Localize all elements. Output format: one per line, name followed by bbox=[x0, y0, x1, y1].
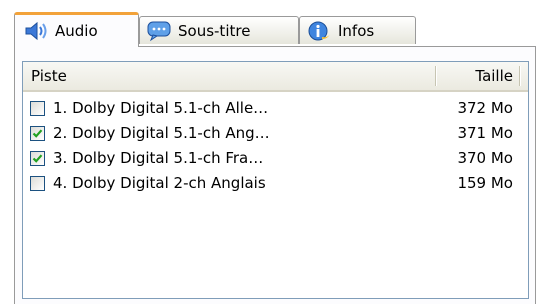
track-name: 4. Dolby Digital 2-ch Anglais bbox=[53, 174, 266, 192]
column-divider[interactable] bbox=[435, 66, 437, 86]
track-size: 370 Mo bbox=[457, 149, 513, 167]
speaker-icon bbox=[23, 20, 49, 42]
tab-audio-label: Audio bbox=[55, 22, 98, 40]
tab-panel-audio: Piste Taille 1. Dolby Digital 5.1-ch All… bbox=[14, 46, 536, 304]
checkmark-icon bbox=[32, 129, 43, 138]
track-checkbox[interactable] bbox=[30, 176, 45, 191]
track-size: 159 Mo bbox=[457, 174, 513, 192]
track-name: 3. Dolby Digital 5.1-ch Fra… bbox=[53, 149, 264, 167]
track-checkbox[interactable] bbox=[30, 126, 45, 141]
tab-info[interactable]: Infos bbox=[299, 16, 416, 44]
column-divider[interactable] bbox=[519, 66, 521, 86]
speech-bubble-icon bbox=[146, 20, 172, 42]
list-item[interactable]: 1. Dolby Digital 5.1-ch Alle… 372 Mo bbox=[23, 98, 528, 122]
tab-subtitles[interactable]: Sous-titre bbox=[139, 16, 299, 44]
audio-track-list[interactable]: Piste Taille 1. Dolby Digital 5.1-ch All… bbox=[22, 61, 529, 299]
tab-audio[interactable]: Audio bbox=[14, 12, 139, 47]
list-item[interactable]: 4. Dolby Digital 2-ch Anglais 159 Mo bbox=[23, 173, 528, 197]
track-size: 372 Mo bbox=[457, 99, 513, 117]
track-checkbox[interactable] bbox=[30, 151, 45, 166]
checkmark-icon bbox=[32, 154, 43, 163]
track-size: 371 Mo bbox=[457, 124, 513, 142]
list-item[interactable]: 3. Dolby Digital 5.1-ch Fra… 370 Mo bbox=[23, 148, 528, 172]
tab-info-label: Infos bbox=[338, 21, 375, 40]
column-header-size[interactable]: Taille bbox=[447, 62, 513, 90]
list-header: Piste Taille bbox=[23, 62, 528, 92]
tab-strip: Audio Sous-titre Infos bbox=[14, 10, 534, 47]
track-name: 1. Dolby Digital 5.1-ch Alle… bbox=[53, 99, 269, 117]
column-header-track[interactable]: Piste bbox=[31, 62, 67, 90]
tab-subtitles-label: Sous-titre bbox=[178, 21, 251, 40]
info-icon bbox=[306, 20, 332, 42]
track-name: 2. Dolby Digital 5.1-ch Ang… bbox=[53, 124, 270, 142]
list-item[interactable]: 2. Dolby Digital 5.1-ch Ang… 371 Mo bbox=[23, 123, 528, 147]
track-checkbox[interactable] bbox=[30, 101, 45, 116]
